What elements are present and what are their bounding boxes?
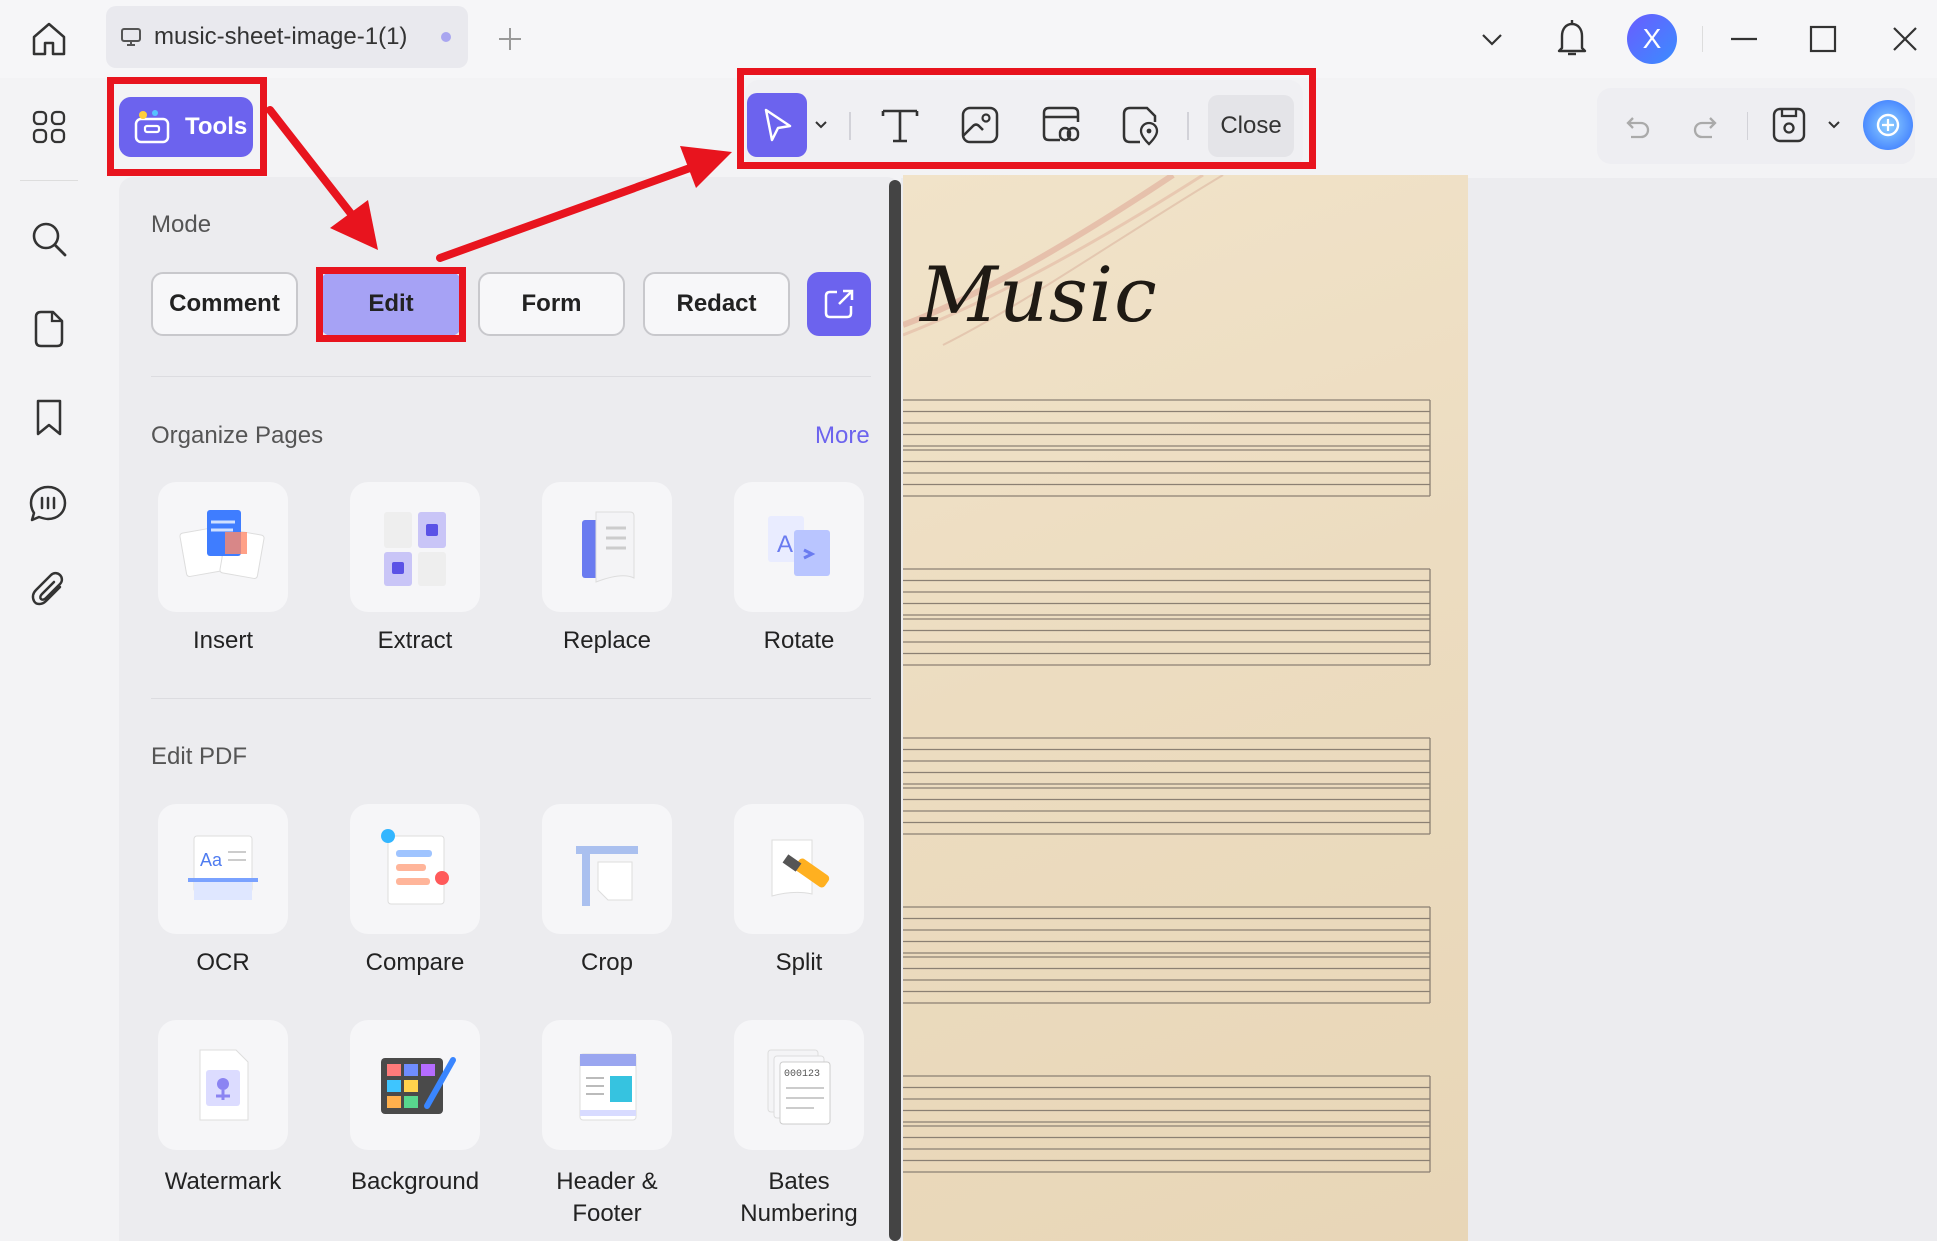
annotation-arrows xyxy=(266,106,732,262)
